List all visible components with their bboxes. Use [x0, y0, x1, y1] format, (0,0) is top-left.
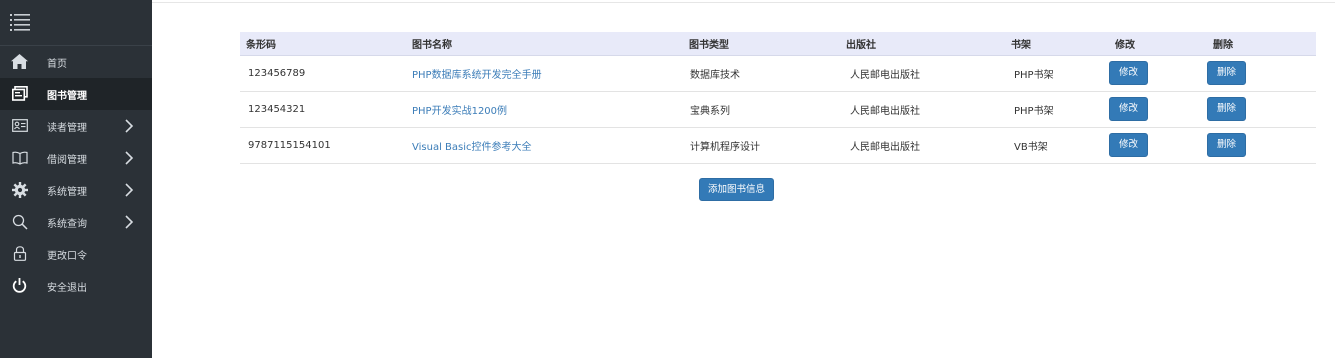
sidebar-header [0, 0, 152, 46]
app-root: 首页 图书管理 读者管理 借阅管理 系统管理 系统查询 更改口令 安全退出 条形… [0, 0, 1335, 358]
sidebar-item-label: 读者管理 [47, 123, 87, 134]
sidebar-item-home[interactable]: 首页 [0, 46, 152, 78]
search-icon [11, 213, 28, 230]
sidebar-item-label: 图书管理 [47, 91, 87, 102]
open-book-icon [11, 149, 28, 166]
shelf-cell: PHP书架 [1005, 55, 1109, 92]
add-book-button[interactable]: 添加图书信息 [699, 178, 775, 201]
column-header-delete: 删除 [1207, 32, 1316, 56]
column-header-publisher: 出版社 [840, 32, 1005, 56]
gear-icon [11, 181, 28, 198]
lock-icon [11, 245, 28, 262]
book-type-cell: 数据库技术 [683, 55, 840, 92]
edit-button[interactable]: 修改 [1109, 61, 1149, 85]
top-divider [152, 2, 1335, 3]
chevron-right-icon [122, 119, 136, 133]
sidebar-item-label: 安全退出 [47, 283, 87, 294]
sidebar-item-logout[interactable]: 安全退出 [0, 270, 152, 302]
column-header-barcode: 条形码 [240, 32, 406, 56]
sidebar-item-label: 系统查询 [47, 219, 87, 230]
table-row: 123456789 PHP数据库系统开发完全手册 数据库技术 人民邮电出版社 P… [240, 55, 1316, 92]
sidebar-item-books[interactable]: 图书管理 [0, 78, 152, 110]
sidebar-item-borrowing[interactable]: 借阅管理 [0, 142, 152, 174]
column-header-book-name: 图书名称 [406, 32, 683, 56]
book-type-cell: 计算机程序设计 [683, 127, 840, 164]
sidebar-item-system-settings[interactable]: 系统管理 [0, 174, 152, 206]
publisher-cell: 人民邮电出版社 [840, 127, 1005, 164]
publisher-cell: 人民邮电出版社 [840, 55, 1005, 92]
edit-button[interactable]: 修改 [1109, 97, 1149, 121]
delete-cell: 删除 [1207, 55, 1316, 92]
table-header-row: 条形码 图书名称 图书类型 出版社 书架 修改 删除 [240, 32, 1316, 56]
sidebar-item-label: 借阅管理 [47, 155, 87, 166]
delete-cell: 删除 [1207, 127, 1316, 164]
home-icon [11, 53, 28, 70]
column-header-shelf: 书架 [1005, 32, 1109, 56]
publisher-cell: 人民邮电出版社 [840, 91, 1005, 128]
chevron-right-icon [122, 151, 136, 165]
sidebar-nav: 首页 图书管理 读者管理 借阅管理 系统管理 系统查询 更改口令 安全退出 [0, 46, 152, 302]
book-type-cell: 宝典系列 [683, 91, 840, 128]
sidebar-item-label: 首页 [47, 59, 67, 70]
column-header-edit: 修改 [1109, 32, 1207, 56]
sidebar-item-system-query[interactable]: 系统查询 [0, 206, 152, 238]
shelf-cell: VB书架 [1005, 127, 1109, 164]
delete-button[interactable]: 删除 [1207, 61, 1247, 85]
delete-button[interactable]: 删除 [1207, 97, 1247, 121]
shelf-cell: PHP书架 [1005, 91, 1109, 128]
edit-cell: 修改 [1109, 127, 1207, 164]
barcode-cell: 123456789 [240, 55, 406, 92]
chevron-right-icon [122, 183, 136, 197]
delete-cell: 删除 [1207, 91, 1316, 128]
book-name-link[interactable]: PHP开发实战1200例 [406, 91, 683, 128]
sidebar-item-readers[interactable]: 读者管理 [0, 110, 152, 142]
barcode-cell: 9787115154101 [240, 127, 406, 164]
delete-button[interactable]: 删除 [1207, 133, 1247, 157]
menu-toggle-icon[interactable] [10, 12, 30, 32]
sidebar-item-label: 更改口令 [47, 251, 87, 262]
id-card-icon [11, 117, 28, 134]
sidebar: 首页 图书管理 读者管理 借阅管理 系统管理 系统查询 更改口令 安全退出 [0, 0, 152, 358]
sidebar-item-label: 系统管理 [47, 187, 87, 198]
sidebar-item-change-password[interactable]: 更改口令 [0, 238, 152, 270]
power-icon [11, 277, 28, 294]
book-name-link[interactable]: Visual Basic控件参考大全 [406, 127, 683, 164]
books-icon [11, 85, 28, 102]
edit-cell: 修改 [1109, 55, 1207, 92]
chevron-right-icon [122, 215, 136, 229]
edit-cell: 修改 [1109, 91, 1207, 128]
column-header-book-type: 图书类型 [683, 32, 840, 56]
table-row: 123454321 PHP开发实战1200例 宝典系列 人民邮电出版社 PHP书… [240, 91, 1316, 128]
table-row: 9787115154101 Visual Basic控件参考大全 计算机程序设计… [240, 127, 1316, 164]
book-table: 条形码 图书名称 图书类型 出版社 书架 修改 删除 123456789 PHP… [240, 32, 1316, 164]
edit-button[interactable]: 修改 [1109, 133, 1149, 157]
book-name-link[interactable]: PHP数据库系统开发完全手册 [406, 55, 683, 92]
barcode-cell: 123454321 [240, 91, 406, 128]
